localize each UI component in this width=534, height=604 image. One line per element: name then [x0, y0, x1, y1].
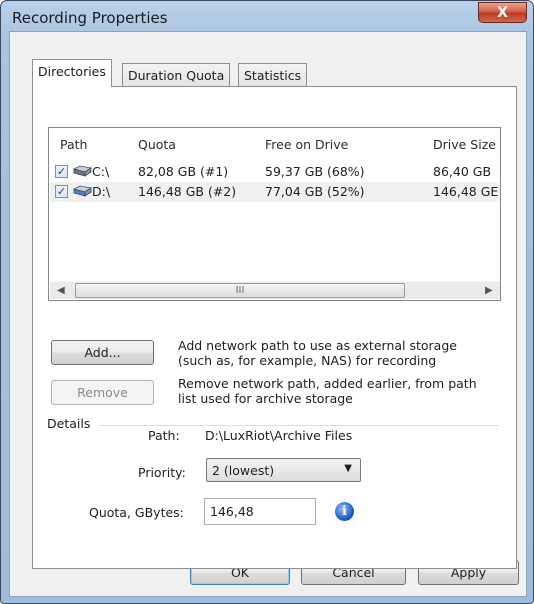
priority-value: 2 (lowest) — [212, 463, 275, 478]
row-size: 86,40 GB — [433, 164, 492, 179]
table-row[interactable]: ✓ C:\ 82,08 GB (#1) 59,37 GB (68%) 86,40… — [50, 162, 500, 182]
column-header-size[interactable]: Drive Size — [433, 137, 496, 152]
scroll-left-icon[interactable]: ◀ — [57, 285, 65, 296]
add-button[interactable]: Add... — [51, 340, 154, 365]
row-quota: 82,08 GB (#1) — [138, 164, 229, 179]
quota-label: Quota, GBytes: — [89, 505, 184, 520]
row-checkbox[interactable]: ✓ — [55, 185, 68, 198]
directories-panel: Path Quota Free on Drive Drive Size ✓ C:… — [32, 86, 517, 569]
close-button[interactable]: X — [478, 2, 527, 23]
row-path: C:\ — [92, 164, 110, 179]
path-value: D:\LuxRiot\Archive Files — [205, 428, 353, 443]
column-header-path[interactable]: Path — [60, 137, 87, 152]
tab-statistics[interactable]: Statistics — [238, 63, 308, 87]
priority-label: Priority: — [138, 465, 186, 480]
add-description-line: (such as, for example, NAS) for recordin… — [178, 353, 437, 368]
remove-description-line: Remove network path, added earlier, from… — [178, 376, 477, 391]
directories-list[interactable]: Path Quota Free on Drive Drive Size ✓ C:… — [48, 127, 501, 301]
dialog-window: Recording Properties X Directories Durat… — [0, 0, 534, 604]
column-header-free[interactable]: Free on Drive — [265, 137, 348, 152]
grip-icon: III — [235, 285, 245, 296]
row-size: 146,48 GE — [433, 184, 499, 199]
tab-directories[interactable]: Directories — [32, 59, 112, 87]
scrollbar-thumb[interactable]: III — [75, 283, 405, 298]
priority-select[interactable]: 2 (lowest) ▼ — [206, 458, 361, 482]
row-quota: 146,48 GB (#2) — [138, 184, 237, 199]
drive-icon — [72, 185, 92, 197]
row-checkbox[interactable]: ✓ — [55, 165, 68, 178]
details-group-label: Details — [47, 416, 91, 431]
group-divider — [99, 425, 499, 426]
table-row[interactable]: ✓ D:\ 146,48 GB (#2) 77,04 GB (52%) 146,… — [50, 182, 500, 202]
row-free: 77,04 GB (52%) — [265, 184, 365, 199]
horizontal-scrollbar[interactable]: ◀ III ▶ — [50, 281, 500, 299]
remove-button[interactable]: Remove — [51, 380, 154, 405]
tab-label: Directories — [38, 64, 106, 79]
quota-input[interactable]: 146,48 — [204, 498, 316, 525]
row-path: D:\ — [92, 184, 111, 199]
add-description-line: Add network path to use as external stor… — [178, 338, 457, 353]
tab-label: Duration Quota — [128, 68, 225, 83]
remove-description: Remove network path, added earlier, from… — [178, 376, 477, 406]
tab-label: Statistics — [244, 68, 302, 83]
column-header-quota[interactable]: Quota — [138, 137, 176, 152]
dialog-client-area: Directories Duration Quota Statistics Pa… — [9, 31, 527, 597]
remove-description-line: list used for archive storage — [178, 391, 353, 406]
chevron-down-icon: ▼ — [344, 463, 352, 474]
close-icon: X — [497, 5, 508, 21]
window-title: Recording Properties — [12, 9, 168, 27]
tab-duration-quota[interactable]: Duration Quota — [122, 63, 231, 87]
path-label: Path: — [148, 428, 180, 443]
scroll-right-icon[interactable]: ▶ — [485, 285, 493, 296]
add-description: Add network path to use as external stor… — [178, 338, 457, 368]
drive-icon — [72, 165, 92, 177]
row-free: 59,37 GB (68%) — [265, 164, 365, 179]
info-icon[interactable]: i — [335, 502, 354, 521]
